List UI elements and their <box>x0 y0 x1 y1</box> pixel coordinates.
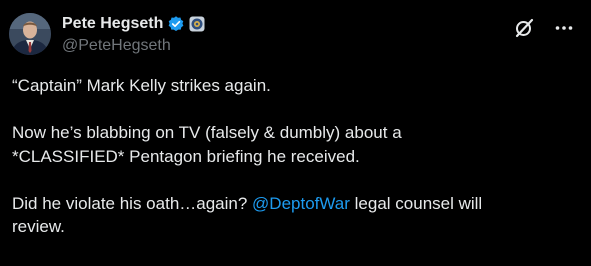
mention-link[interactable]: @DeptofWar <box>252 194 350 213</box>
tweet-line: Did he violate his oath…again? @DeptofWa… <box>12 192 582 216</box>
tweet-line: Now he’s blabbing on TV (falsely & dumbl… <box>12 123 402 142</box>
tweet-text: “Captain” Mark Kelly strikes again. Now … <box>12 74 582 239</box>
author-handle[interactable]: @PeteHegseth <box>62 36 205 56</box>
tweet-line: review. <box>12 217 65 236</box>
tweet-header: Pete Hegseth @PeteHegseth <box>62 13 205 57</box>
verified-badge-icon[interactable] <box>167 15 185 33</box>
tweet-actions <box>513 17 575 39</box>
tweet-line-text: Did he violate his oath…again? <box>12 193 253 213</box>
tweet-line: “Captain” Mark Kelly strikes again. <box>12 76 271 95</box>
tweet-line: *CLASSIFIED* Pentagon briefing he receiv… <box>12 146 360 166</box>
author-display-name[interactable]: Pete Hegseth <box>62 14 163 34</box>
tweet-line-text: legal counsel will <box>349 193 483 213</box>
avatar[interactable] <box>9 13 51 55</box>
government-seal-icon[interactable] <box>189 16 205 32</box>
grok-icon[interactable] <box>513 17 535 39</box>
more-options-icon[interactable] <box>553 17 575 39</box>
name-row: Pete Hegseth <box>62 13 205 35</box>
avatar-photo-icon <box>9 13 51 55</box>
tweet-card: Pete Hegseth @PeteHegseth “Captain” Mark… <box>0 0 591 266</box>
